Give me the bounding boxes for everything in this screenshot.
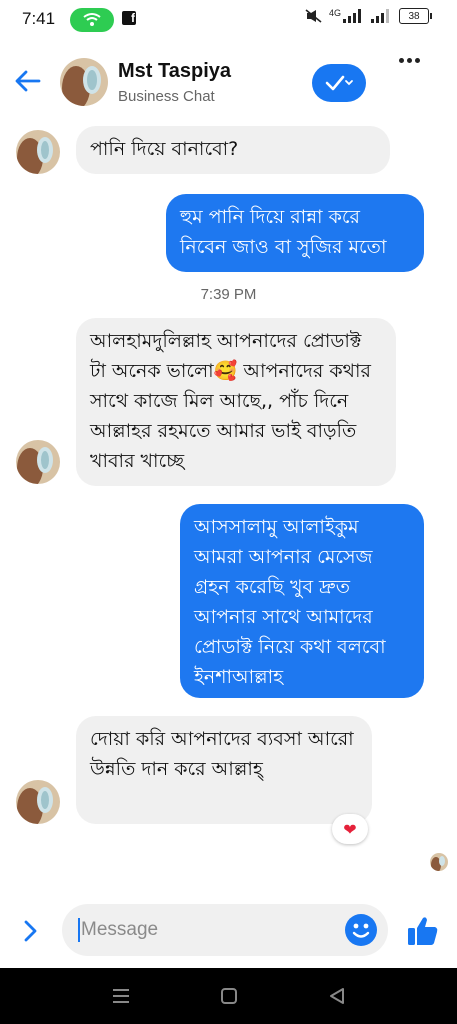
contact-avatar[interactable]: [60, 58, 108, 106]
more-dot-icon: [414, 58, 420, 63]
message-bubble-outgoing[interactable]: হুম পানি দিয়ে রান্না করে নিবেন জাও বা স…: [166, 194, 424, 272]
hotspot-icon: [70, 8, 114, 32]
status-bar: 7:41 f 4G 38: [0, 0, 457, 40]
checkmark-icon: [325, 75, 353, 91]
message-input[interactable]: Message: [62, 904, 388, 956]
text-caret: [78, 918, 80, 942]
signal-icon: [343, 9, 361, 23]
like-button[interactable]: [406, 914, 440, 948]
thumbs-up-icon: [408, 917, 438, 945]
message-timestamp: 7:39 PM: [200, 286, 257, 303]
message-input-placeholder: Message: [81, 919, 159, 940]
back-button[interactable]: [12, 64, 44, 96]
contact-name[interactable]: Mst Taspiya: [118, 60, 231, 83]
emoji-button[interactable]: [345, 914, 377, 946]
message-bubble-incoming[interactable]: আলহামদুলিল্লাহ আপনাদের প্রোডাক্ট টা অনেক…: [76, 318, 396, 486]
message-composer: Message: [0, 900, 457, 960]
sender-avatar[interactable]: [16, 130, 60, 174]
recent-apps-button[interactable]: [110, 986, 132, 1006]
battery-indicator: 38: [399, 8, 432, 24]
triangle-back-icon: [330, 988, 344, 1004]
smiley-icon: [352, 923, 370, 938]
heart-reaction-icon[interactable]: ❤: [332, 814, 368, 844]
seen-avatar: [430, 853, 448, 871]
mute-icon: [305, 9, 322, 23]
more-options-button[interactable]: [394, 58, 424, 78]
back-arrow-icon: [15, 70, 41, 92]
system-navigation-bar: [0, 968, 457, 1024]
chat-header: Mst Taspiya Business Chat: [0, 48, 457, 120]
chevron-right-icon: [24, 920, 37, 942]
contact-subtitle: Business Chat: [118, 88, 215, 105]
status-indicators: 4G 38: [305, 8, 432, 24]
menu-icon: [113, 989, 129, 1003]
message-bubble-incoming[interactable]: পানি দিয়ে বানাবো?: [76, 126, 390, 174]
signal-icon-2: [371, 9, 389, 23]
more-dot-icon: [398, 58, 404, 63]
expand-actions-button[interactable]: [18, 918, 44, 944]
home-button[interactable]: [218, 986, 240, 1006]
mark-done-button[interactable]: [312, 64, 366, 102]
status-time: 7:41: [22, 9, 56, 28]
sender-avatar[interactable]: [16, 780, 60, 824]
sender-avatar[interactable]: [16, 440, 60, 484]
network-type: 4G: [328, 8, 341, 18]
message-bubble-incoming[interactable]: দোয়া করি আপনাদের ব্যবসা আরো উন্নতি দান …: [76, 716, 372, 824]
back-nav-button[interactable]: [326, 986, 348, 1006]
square-icon: [221, 988, 237, 1004]
facebook-notification-icon: f: [122, 11, 136, 25]
message-bubble-outgoing[interactable]: আসসালামু আলাইকুম আমরা আপনার মেসেজ গ্রহন …: [180, 504, 424, 698]
more-dot-icon: [406, 58, 412, 63]
